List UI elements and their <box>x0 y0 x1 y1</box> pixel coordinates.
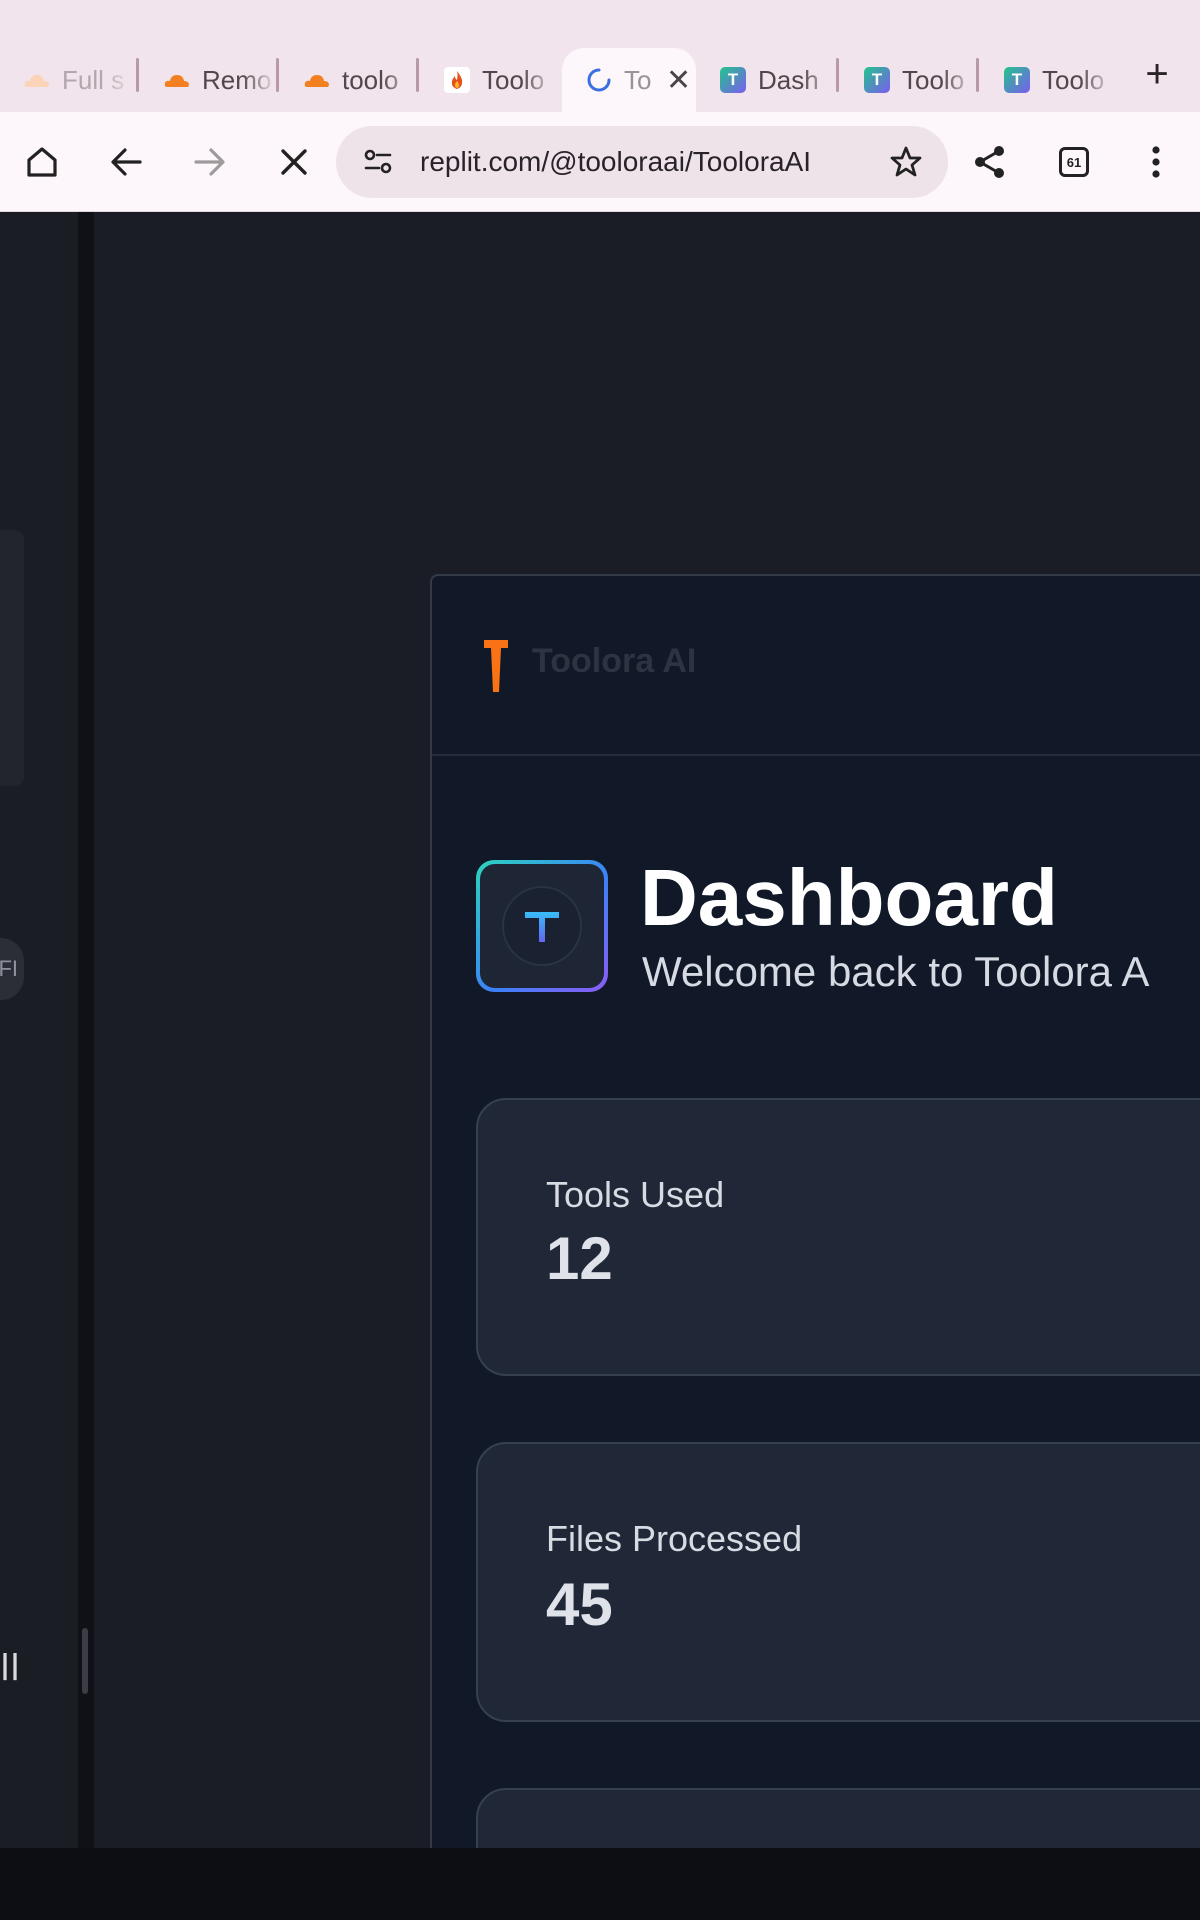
tab-full-s[interactable]: Full s <box>0 48 136 112</box>
tab-label: To <box>624 64 652 95</box>
system-nav-bar <box>0 1848 1200 1920</box>
toolora-t-icon: T <box>1004 67 1030 93</box>
loading-spinner-icon <box>586 67 612 93</box>
dashboard-logo <box>476 860 608 992</box>
site-info-icon[interactable] <box>360 144 396 180</box>
stat-card-files-processed[interactable]: Files Processed 45 <box>476 1442 1200 1722</box>
stat-label: Files Processed <box>546 1518 803 1559</box>
home-icon <box>27 147 57 177</box>
tab-strip: Full s Remo toolo Toolo To ✕ T Dash T To… <box>0 0 1200 112</box>
left-panel: FI ll <box>0 212 78 1848</box>
toolora-t-icon <box>502 886 582 966</box>
tab-separator <box>276 58 279 92</box>
page-subtitle: Welcome back to Toolora A <box>642 948 1150 995</box>
toolora-t-icon: T <box>864 67 890 93</box>
new-tab-button[interactable]: + <box>1140 52 1174 96</box>
stat-card[interactable] <box>476 1788 1200 1848</box>
panel-divider <box>78 212 94 1848</box>
tab-remo[interactable]: Remo <box>140 48 276 112</box>
tab-switcher-button[interactable]: 61 <box>1046 134 1102 190</box>
stat-card-tools-used[interactable]: Tools Used 12 <box>476 1098 1200 1376</box>
tab-separator <box>416 58 419 92</box>
tab-toolo-fire[interactable]: Toolo <box>420 48 556 112</box>
resize-handle[interactable] <box>82 1628 88 1694</box>
back-arrow-icon <box>111 148 142 176</box>
cloudflare-icon <box>164 67 190 93</box>
page-content: FI ll Toolora AI Dashboard Welcome back … <box>0 212 1200 1848</box>
tab-toolo-2[interactable]: T Toolo <box>980 48 1114 112</box>
tab-toolo-1[interactable]: T Toolo <box>840 48 976 112</box>
avatar[interactable]: FI <box>0 938 24 1000</box>
share-icon <box>975 146 1004 178</box>
bookmark-star-icon[interactable] <box>886 142 926 182</box>
fire-icon <box>444 67 470 93</box>
tab-count-badge: 61 <box>1059 147 1089 177</box>
share-button[interactable] <box>962 134 1018 190</box>
stat-label: Tools Used <box>546 1174 725 1215</box>
toolora-t-icon: T <box>720 67 746 93</box>
close-tab-icon[interactable]: ✕ <box>666 63 691 98</box>
tab-active-loading[interactable]: To ✕ <box>562 48 696 112</box>
stat-value: 45 <box>546 1571 613 1638</box>
forward-arrow-icon <box>194 148 225 176</box>
browser-toolbar: replit.com/@tooloraai/TooloraAI 61 <box>0 112 1200 212</box>
tab-toolo-cloudflare[interactable]: toolo <box>280 48 416 112</box>
more-vertical-icon <box>1152 146 1160 178</box>
toolora-logo-icon <box>484 640 508 692</box>
cloudflare-icon <box>24 67 50 93</box>
side-panel-text: ll <box>0 1648 21 1689</box>
page-title: Dashboard <box>640 853 1058 942</box>
close-icon <box>281 149 307 175</box>
address-bar[interactable]: replit.com/@tooloraai/TooloraAI <box>336 126 948 198</box>
forward-button[interactable] <box>182 134 238 190</box>
side-card <box>0 530 24 786</box>
home-button[interactable] <box>14 134 70 190</box>
menu-button[interactable] <box>1128 134 1184 190</box>
tab-separator <box>136 58 139 92</box>
stop-loading-button[interactable] <box>266 134 322 190</box>
back-button[interactable] <box>98 134 154 190</box>
app-window: Toolora AI Dashboard Welcome back to Too… <box>430 574 1200 1848</box>
url-text[interactable]: replit.com/@tooloraai/TooloraAI <box>420 146 811 178</box>
tab-separator <box>836 58 839 92</box>
tab-separator <box>976 58 979 92</box>
app-header: Toolora AI <box>432 576 1200 756</box>
stat-value: 12 <box>546 1225 613 1292</box>
tab-dash[interactable]: T Dash <box>696 48 836 112</box>
cloudflare-icon <box>304 67 330 93</box>
brand-name[interactable]: Toolora AI <box>532 642 696 681</box>
